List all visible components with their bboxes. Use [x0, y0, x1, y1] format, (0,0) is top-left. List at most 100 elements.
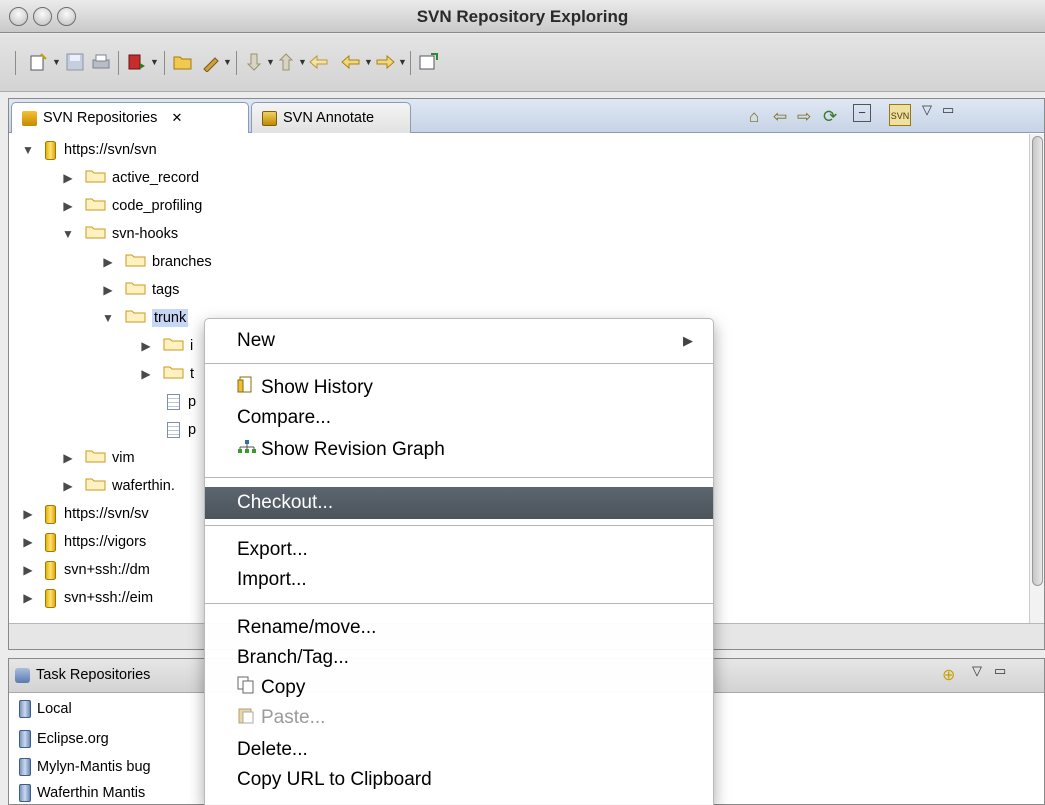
- tree-node[interactable]: ▶ vim: [61, 445, 134, 471]
- tree-node[interactable]: ▶ code_profiling: [61, 193, 202, 219]
- list-item[interactable]: Local: [19, 697, 72, 721]
- annotate-icon: [262, 110, 277, 126]
- menu-item-delete[interactable]: Delete...: [205, 735, 713, 765]
- menu-item-show-revision-graph[interactable]: Show Revision Graph: [205, 435, 713, 465]
- tree-node[interactable]: ▶ https://vigors: [21, 529, 146, 555]
- view-menu-icon[interactable]: ▽: [972, 663, 982, 679]
- save-icon[interactable]: [64, 49, 86, 75]
- menu-item-branch-tag[interactable]: Branch/Tag...: [205, 643, 713, 673]
- tree-node[interactable]: ▶ branches: [101, 249, 211, 275]
- tree-node[interactable]: ▶ waferthin.: [61, 473, 175, 499]
- previous-annotation-icon[interactable]: [276, 49, 296, 75]
- collapsed-icon[interactable]: ▶: [21, 591, 35, 605]
- tab-svn-annotate[interactable]: SVN Annotate: [251, 102, 411, 133]
- list-item[interactable]: Mylyn-Mantis bug: [19, 755, 151, 779]
- chevron-down-icon[interactable]: ▼: [364, 57, 373, 67]
- chevron-down-icon[interactable]: ▼: [52, 57, 61, 67]
- tree-node[interactable]: ▶ active_record: [61, 165, 199, 191]
- toolbar-separator: [164, 51, 165, 75]
- menu-label: Show History: [261, 377, 373, 398]
- vertical-scrollbar[interactable]: [1029, 134, 1044, 624]
- main-toolbar: ▼ ▼ ▼ ▼ ▼ ▼ ▼: [0, 34, 1045, 92]
- menu-item-checkout[interactable]: Checkout...: [205, 487, 713, 519]
- tree-node[interactable]: ▶ tags: [101, 277, 179, 303]
- collapsed-icon[interactable]: ▶: [101, 255, 115, 269]
- add-repository-icon[interactable]: ⊕: [942, 665, 955, 685]
- tab-task-repositories[interactable]: Task Repositories: [15, 667, 150, 683]
- perspective-icon[interactable]: [418, 49, 440, 75]
- collapsed-icon[interactable]: ▶: [21, 535, 35, 549]
- submenu-arrow-icon: ▶: [683, 333, 693, 348]
- chevron-down-icon[interactable]: ▼: [398, 57, 407, 67]
- forward-icon[interactable]: [374, 49, 396, 75]
- last-edit-icon[interactable]: [308, 49, 330, 75]
- minimize-view-icon[interactable]: ▭: [994, 663, 1006, 679]
- collapsed-icon[interactable]: ▶: [21, 507, 35, 521]
- pen-icon[interactable]: [200, 49, 222, 75]
- expanded-icon[interactable]: ▼: [21, 143, 35, 157]
- scrollbar-thumb[interactable]: [1032, 136, 1043, 586]
- tree-node[interactable]: ▼ svn-hooks: [61, 221, 178, 247]
- menu-item-copy-url[interactable]: Copy URL to Clipboard: [205, 765, 713, 795]
- tree-node[interactable]: ▼ trunk: [101, 305, 189, 331]
- collapsed-icon[interactable]: ▶: [139, 339, 153, 353]
- menu-label: Export...: [237, 539, 308, 560]
- expanded-icon[interactable]: ▼: [61, 227, 75, 241]
- node-label: svn-hooks: [112, 226, 179, 242]
- menu-item-compare[interactable]: Compare...: [205, 403, 713, 433]
- list-item[interactable]: Waferthin Mantis: [19, 781, 145, 805]
- open-icon[interactable]: [172, 49, 194, 75]
- collapsed-icon[interactable]: ▶: [61, 479, 75, 493]
- chevron-down-icon[interactable]: ▼: [298, 57, 307, 67]
- tree-node[interactable]: ▶ svn+ssh://eim: [21, 585, 153, 611]
- tree-node[interactable]: p: [167, 417, 196, 443]
- print-icon[interactable]: [90, 49, 112, 75]
- view-menu-icon[interactable]: ▽: [922, 102, 932, 118]
- tree-node[interactable]: ▶ i: [139, 333, 193, 359]
- close-icon[interactable]: ✕: [171, 110, 182, 126]
- collapsed-icon[interactable]: ▶: [101, 283, 115, 297]
- list-item[interactable]: Eclipse.org: [19, 727, 109, 751]
- chevron-down-icon[interactable]: ▼: [266, 57, 275, 67]
- menu-item-new[interactable]: New ▶: [205, 326, 713, 356]
- home-icon[interactable]: ⌂: [749, 107, 759, 127]
- menu-label: Show Revision Graph: [261, 439, 445, 460]
- tree-node[interactable]: ▶ svn+ssh://dm: [21, 557, 150, 583]
- tree-node[interactable]: p: [167, 389, 196, 415]
- collapsed-icon[interactable]: ▶: [61, 451, 75, 465]
- menu-label: Checkout...: [237, 492, 334, 513]
- collapsed-icon[interactable]: ▶: [61, 171, 75, 185]
- tab-svn-repositories[interactable]: SVN Repositories ✕: [11, 102, 249, 133]
- menu-item-rename-move[interactable]: Rename/move...: [205, 613, 713, 643]
- next-annotation-icon[interactable]: [244, 49, 264, 75]
- collapsed-icon[interactable]: ▶: [21, 563, 35, 577]
- new-wizard-icon[interactable]: [28, 49, 50, 75]
- menu-item-import[interactable]: Import...: [205, 565, 713, 595]
- forward-icon[interactable]: ⇨: [797, 107, 811, 127]
- menu-item-paste[interactable]: Paste...: [205, 703, 713, 733]
- node-label: https://svn/sv: [64, 506, 149, 522]
- menu-label: Branch/Tag...: [237, 647, 349, 668]
- refresh-icon[interactable]: ⟳: [823, 107, 837, 127]
- collapsed-icon[interactable]: ▶: [61, 199, 75, 213]
- tree-node[interactable]: ▶ https://svn/sv: [21, 501, 149, 527]
- node-label: code_profiling: [112, 198, 203, 214]
- folder-icon: [125, 280, 147, 300]
- back-icon[interactable]: ⇦: [773, 107, 787, 127]
- tree-node[interactable]: ▼ https://svn/svn: [21, 137, 157, 163]
- mantis-repository-icon: [19, 784, 31, 802]
- menu-item-show-history[interactable]: Show History: [205, 373, 713, 403]
- new-repository-location-icon[interactable]: SVN: [889, 104, 911, 126]
- tree-node[interactable]: ▶ t: [139, 361, 194, 387]
- collapse-all-icon[interactable]: −: [853, 104, 871, 122]
- chevron-down-icon[interactable]: ▼: [223, 57, 232, 67]
- minimize-view-icon[interactable]: ▭: [942, 102, 954, 118]
- run-icon[interactable]: [126, 49, 148, 75]
- back-icon[interactable]: [340, 49, 362, 75]
- collapsed-icon[interactable]: ▶: [139, 367, 153, 381]
- chevron-down-icon[interactable]: ▼: [150, 57, 159, 67]
- menu-item-copy[interactable]: Copy: [205, 673, 713, 703]
- menu-separator: [205, 363, 713, 365]
- menu-item-export[interactable]: Export...: [205, 535, 713, 565]
- expanded-icon[interactable]: ▼: [101, 311, 115, 325]
